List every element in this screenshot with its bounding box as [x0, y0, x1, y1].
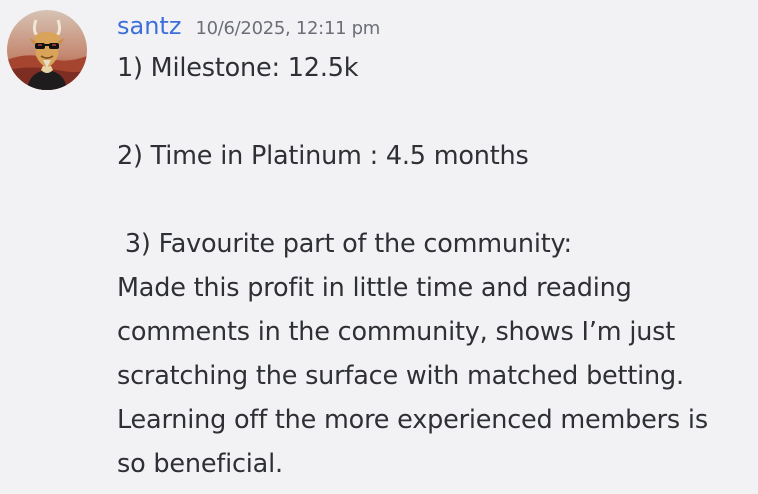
- message-header: santz 10/6/2025, 12:11 pm: [117, 12, 753, 46]
- message-content: santz 10/6/2025, 12:11 pm 1) Milestone: …: [117, 12, 753, 486]
- message-line-milestone: 1) Milestone: 12.5k: [117, 53, 359, 83]
- message-timestamp[interactable]: 10/6/2025, 12:11 pm: [195, 18, 380, 39]
- author-username[interactable]: santz: [117, 12, 181, 40]
- message-line-text: so beneficial.: [117, 449, 283, 479]
- message-line-text: comments in the community, shows I’m jus…: [117, 317, 676, 347]
- avatar[interactable]: [7, 10, 87, 90]
- message-line-text: Made this profit in little time and read…: [117, 273, 632, 303]
- goat-avatar-icon: [7, 10, 87, 90]
- chat-message: santz 10/6/2025, 12:11 pm 1) Milestone: …: [0, 0, 758, 494]
- message-line-time-in-platinum: 2) Time in Platinum : 4.5 months: [117, 141, 529, 171]
- message-body: 1) Milestone: 12.5k 2) Time in Platinum …: [117, 46, 753, 486]
- message-line-favourite-part: 3) Favourite part of the community:: [117, 229, 572, 259]
- message-line-text: scratching the surface with matched bett…: [117, 361, 684, 391]
- message-line-text: Learning off the more experienced member…: [117, 405, 708, 435]
